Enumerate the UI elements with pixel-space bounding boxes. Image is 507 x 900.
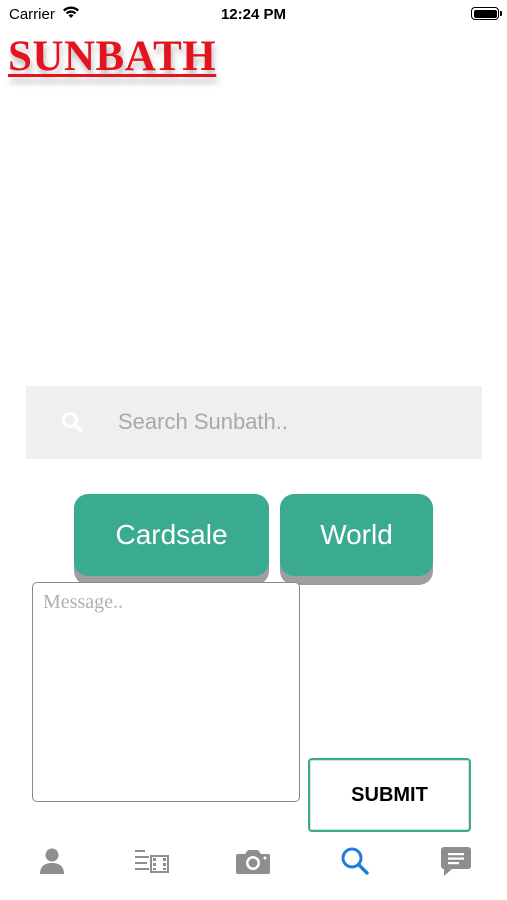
- clock: 12:24 PM: [220, 6, 287, 23]
- status-bar: Carrier 12:24 PM: [0, 0, 507, 28]
- search-input[interactable]: [118, 398, 468, 446]
- app-logo: SUNBATH: [8, 33, 217, 80]
- camera-icon: [235, 847, 271, 880]
- tab-profile[interactable]: [22, 838, 82, 888]
- tab-search[interactable]: [325, 838, 385, 888]
- battery-cap: [500, 11, 502, 16]
- tab-messages[interactable]: [426, 838, 486, 888]
- profile-icon: [39, 847, 65, 880]
- cardsale-button[interactable]: Cardsale: [74, 494, 269, 576]
- tab-feed[interactable]: [122, 838, 182, 888]
- battery-icon: [471, 7, 499, 20]
- feed-icon: [134, 848, 170, 879]
- search-tab-icon: [340, 846, 370, 881]
- tab-bar: [0, 838, 507, 890]
- submit-button[interactable]: SUBMIT: [308, 758, 471, 832]
- message-textarea[interactable]: [32, 582, 300, 802]
- world-button[interactable]: World: [280, 494, 433, 576]
- search-icon: [60, 410, 84, 439]
- chat-bubble-icon: [440, 845, 472, 882]
- tab-camera[interactable]: [223, 838, 283, 888]
